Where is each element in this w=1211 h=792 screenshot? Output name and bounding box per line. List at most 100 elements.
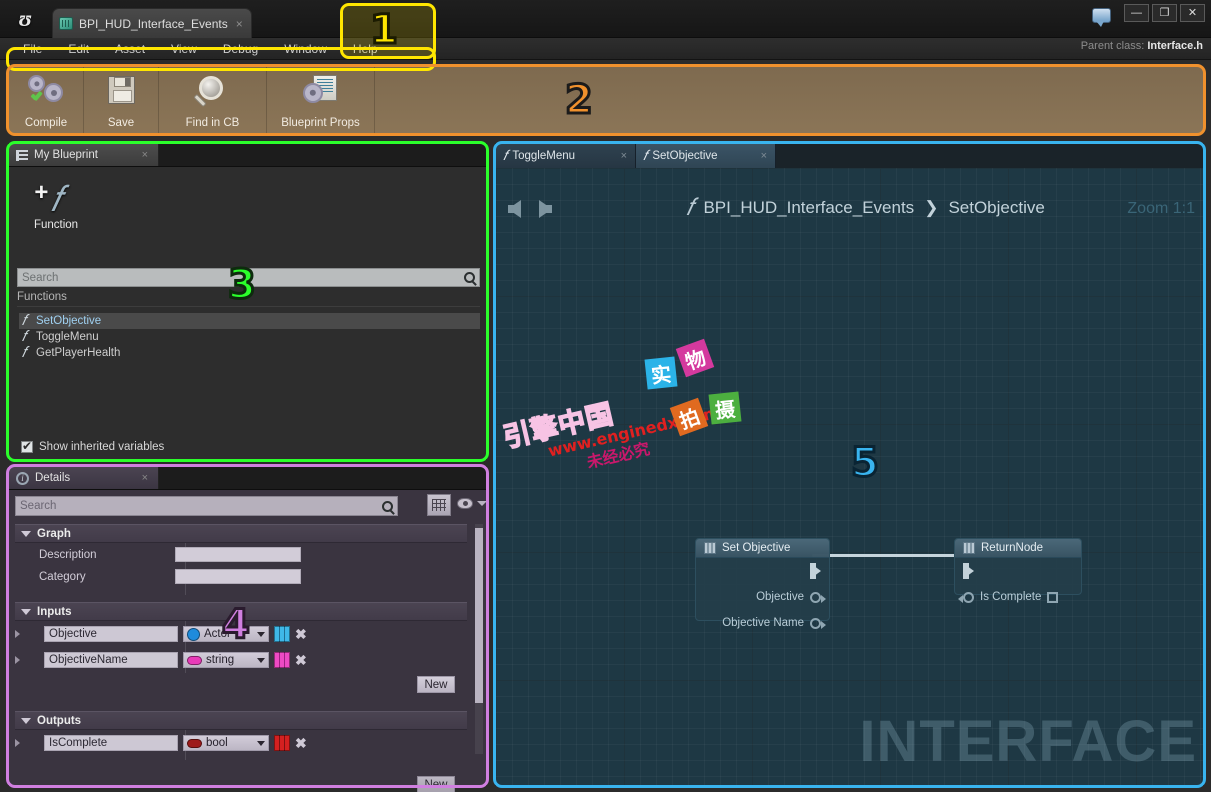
chevron-down-icon (257, 740, 265, 746)
expand-triangle-icon[interactable] (15, 630, 20, 638)
details-search-input[interactable]: Search (15, 496, 398, 516)
remove-output-button[interactable]: ✖ (295, 735, 307, 752)
graph-tab-togglemenu[interactable]: 𝑓 ToggleMenu × (496, 144, 636, 168)
menu-item-file[interactable]: File (10, 40, 55, 58)
eye-visibility-icon[interactable] (457, 498, 473, 509)
document-tab-close-icon[interactable]: × (236, 17, 243, 31)
new-output-button[interactable]: New (417, 776, 455, 792)
document-tab-bpi-hud-interface-events[interactable]: BPI_HUD_Interface_Events × (52, 8, 252, 38)
menu-item-edit[interactable]: Edit (55, 40, 102, 58)
function-item-setobjective[interactable]: 𝑓 SetObjective (19, 313, 480, 329)
details-tab-close-icon[interactable]: × (142, 472, 148, 484)
compile-button[interactable]: Compile (9, 67, 84, 133)
remove-input-button[interactable]: ✖ (295, 652, 307, 669)
tab-my-blueprint[interactable]: My Blueprint × (9, 144, 159, 166)
pin-label: Objective Name (722, 617, 804, 629)
details-grid-view-button[interactable] (427, 494, 451, 516)
category-field[interactable] (175, 569, 301, 584)
close-button[interactable]: ✕ (1180, 4, 1205, 22)
description-field[interactable] (175, 547, 301, 562)
node-header[interactable]: Set Objective (696, 539, 829, 558)
menu-item-asset[interactable]: Asset (102, 40, 158, 58)
menu-item-view[interactable]: View (158, 40, 210, 58)
add-function-button[interactable]: + 𝑓 Function (23, 181, 89, 239)
function-icon: 𝑓 (21, 345, 27, 361)
function-item-label: ToggleMenu (36, 331, 99, 343)
new-input-button[interactable]: New (417, 676, 455, 693)
breadcrumb-root[interactable]: BPI_HUD_Interface_Events (703, 198, 914, 218)
search-icon[interactable] (382, 500, 393, 512)
exec-wire[interactable] (812, 554, 956, 557)
details-scrollbar[interactable] (475, 524, 483, 754)
node-return[interactable]: ReturnNode Is Complete (954, 538, 1082, 603)
function-icon: 𝑓 (21, 313, 27, 329)
watermark-url: www.enginedx.com (546, 402, 722, 461)
graph-tab-close-icon[interactable]: × (761, 150, 767, 162)
graph-tab-close-icon[interactable]: × (621, 150, 627, 162)
input-type-label: string (206, 654, 235, 666)
save-button[interactable]: Save (84, 67, 159, 133)
menu-item-window[interactable]: Window (271, 40, 340, 58)
minimize-button[interactable]: — (1124, 4, 1149, 22)
string-output-pin[interactable] (810, 617, 826, 629)
node-set-objective[interactable]: Set Objective Objective Objective Name (695, 538, 830, 629)
callout-number-5: 5 (850, 440, 881, 486)
feedback-chat-icon[interactable] (1092, 8, 1111, 27)
arrow-left-icon[interactable] (508, 200, 521, 218)
chevron-down-icon[interactable] (477, 501, 487, 506)
show-inherited-variables-row[interactable]: Show inherited variables (21, 439, 164, 453)
expand-triangle-icon[interactable] (15, 656, 20, 664)
arrow-right-icon[interactable] (539, 200, 552, 218)
exec-input-pin[interactable] (963, 563, 974, 579)
details-section-outputs[interactable]: Outputs (15, 711, 467, 730)
show-inherited-variables-checkbox[interactable] (21, 439, 33, 453)
blueprint-props-button[interactable]: Blueprint Props (267, 67, 375, 133)
details-section-graph-label: Graph (37, 527, 71, 540)
breadcrumb-leaf[interactable]: SetObjective (948, 198, 1044, 218)
watermark-tile-wu: 物 (675, 338, 715, 378)
remove-input-button[interactable]: ✖ (295, 626, 307, 643)
bool-default-checkbox[interactable] (1047, 591, 1059, 603)
node-body: Is Complete (955, 558, 1081, 610)
chevron-down-icon (257, 657, 265, 663)
my-blueprint-tab-close-icon[interactable]: × (142, 149, 148, 161)
add-function-label: Function (33, 219, 79, 231)
details-section-graph[interactable]: Graph (15, 524, 467, 543)
save-label: Save (107, 117, 135, 129)
input-name-field[interactable]: Objective (44, 626, 178, 642)
input-type-dropdown[interactable]: string (183, 652, 269, 668)
breadcrumb: 𝑓 BPI_HUD_Interface_Events ❯ SetObjectiv… (686, 196, 1045, 220)
blueprint-props-label: Blueprint Props (281, 117, 360, 129)
exec-output-pin[interactable] (810, 563, 821, 579)
input-name-field[interactable]: ObjectiveName (44, 652, 178, 668)
callout-number-3: 3 (227, 262, 258, 308)
collapse-triangle-icon (21, 530, 31, 537)
output-name-field[interactable]: IsComplete (44, 735, 178, 751)
find-in-content-browser-button[interactable]: Find in CB (159, 67, 267, 133)
graph-tab-setobjective[interactable]: 𝑓 SetObjective × (636, 144, 776, 168)
my-blueprint-icon (16, 149, 28, 161)
menu-item-debug[interactable]: Debug (210, 40, 271, 58)
parent-class-label: Parent class: (1080, 40, 1145, 52)
watermark-tile-pai: 拍 (669, 397, 709, 437)
chevron-down-icon (257, 631, 265, 637)
expand-triangle-icon[interactable] (15, 739, 20, 747)
bool-input-pin[interactable] (958, 591, 974, 603)
maximize-button[interactable]: ❐ (1152, 4, 1177, 22)
make-array-button[interactable] (274, 652, 290, 668)
function-item-togglemenu[interactable]: 𝑓 ToggleMenu (19, 329, 480, 345)
object-output-pin[interactable] (810, 591, 826, 603)
make-array-button[interactable] (274, 626, 290, 642)
node-body: Objective Objective Name (696, 558, 829, 636)
make-array-button[interactable] (274, 735, 290, 751)
search-icon[interactable] (464, 272, 475, 283)
function-item-getplayerhealth[interactable]: 𝑓 GetPlayerHealth (19, 345, 480, 361)
watermark-url-shadow: 未经必究 (585, 439, 652, 472)
blueprint-interface-icon (59, 17, 73, 30)
graph-tab-label: SetObjective (652, 150, 718, 162)
tab-details[interactable]: i Details × (9, 467, 159, 489)
output-type-dropdown[interactable]: bool (183, 735, 269, 751)
watermark-brand: 引擎中国 (500, 398, 618, 455)
graph-canvas[interactable]: 𝑓 BPI_HUD_Interface_Events ❯ SetObjectiv… (496, 168, 1203, 785)
node-header[interactable]: ReturnNode (955, 539, 1081, 558)
